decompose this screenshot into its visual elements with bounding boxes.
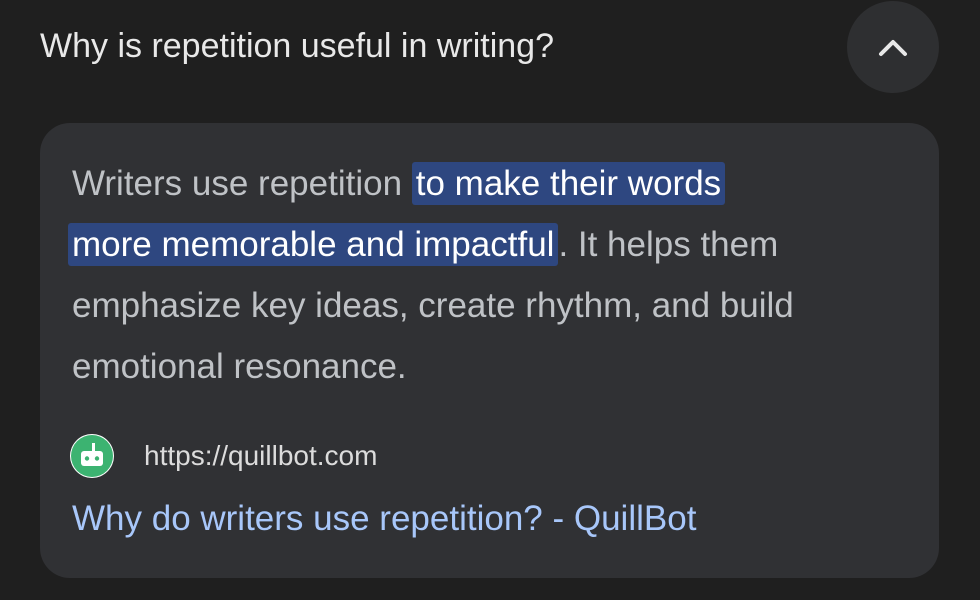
answer-text-intro: Writers use repetition (72, 164, 412, 203)
answer-text: Writers use repetition to make their wor… (68, 153, 892, 397)
answer-highlight-line-2: more memorable and impactful (68, 223, 559, 266)
question-title: Why is repetition useful in writing? (40, 27, 555, 65)
source-row[interactable]: https://quillbot.com (70, 434, 377, 478)
answer-card: Writers use repetition to make their wor… (40, 123, 939, 578)
quillbot-logo-icon (70, 434, 114, 478)
question-header[interactable]: Why is repetition useful in writing? (0, 0, 980, 100)
answer-highlight-line-1: to make their words (411, 162, 726, 205)
source-link[interactable]: Why do writers use repetition? - QuillBo… (72, 496, 696, 542)
collapse-button[interactable] (847, 1, 939, 93)
chevron-up-icon (879, 40, 907, 56)
source-url: https://quillbot.com (144, 440, 378, 471)
